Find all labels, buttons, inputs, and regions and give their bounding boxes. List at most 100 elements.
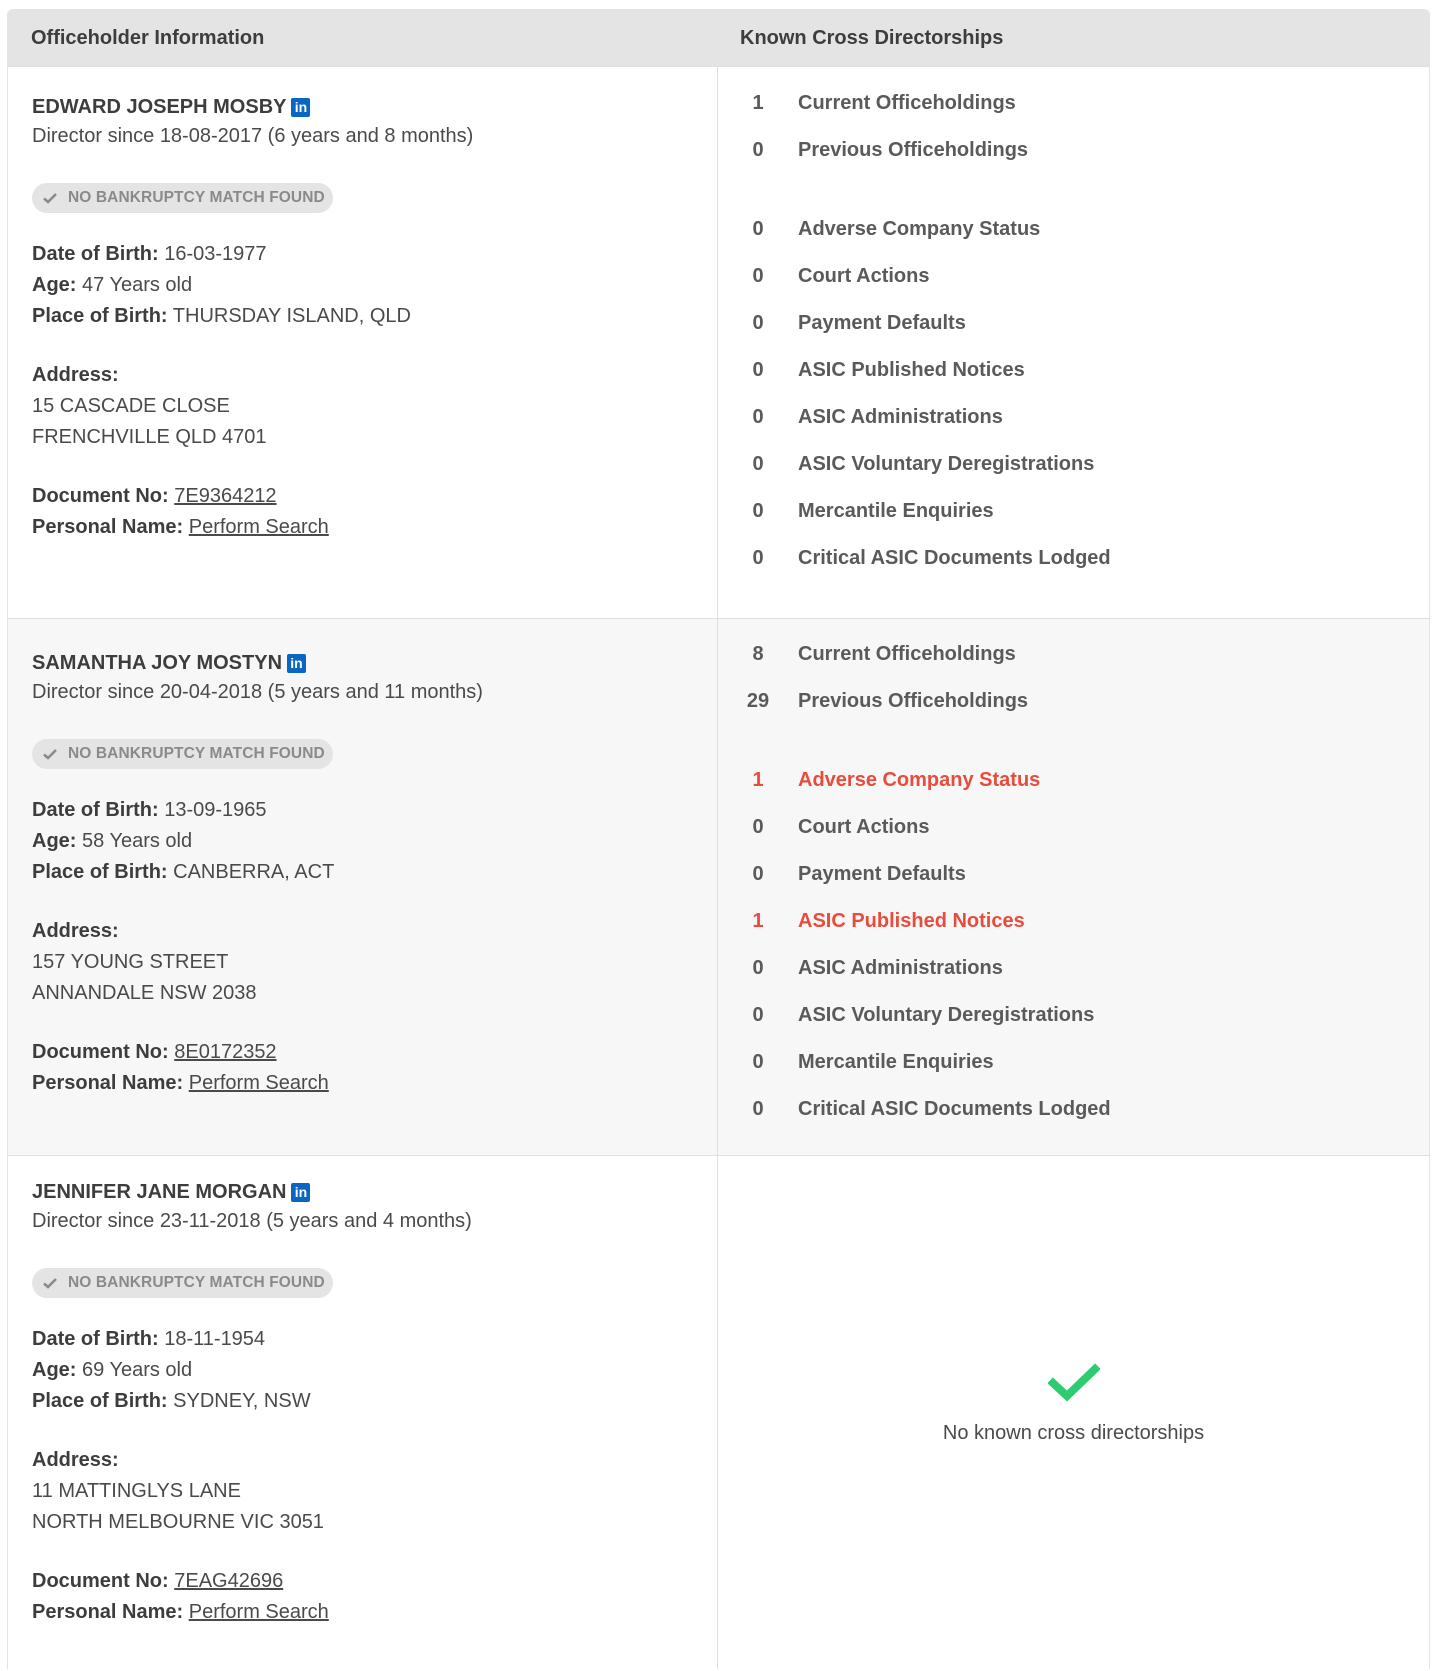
stat-court-actions[interactable]: 0 Court Actions — [718, 253, 1429, 300]
document-label: Document No: — [32, 485, 169, 507]
perform-search-link[interactable]: Perform Search — [189, 516, 329, 538]
pob-value: CANBERRA, ACT — [173, 861, 335, 883]
perform-search-link[interactable]: Perform Search — [189, 1072, 329, 1094]
stat-mercantile-enquiries[interactable]: 0 Mercantile Enquiries — [718, 1039, 1429, 1086]
dob-label: Date of Birth: — [32, 243, 159, 265]
pob-label: Place of Birth: — [32, 1390, 168, 1412]
document-line: Document No: 8E0172352 — [32, 1037, 717, 1068]
stat-critical-asic-documents[interactable]: 0 Critical ASIC Documents Lodged — [718, 1086, 1429, 1133]
dob-label: Date of Birth: — [32, 799, 159, 821]
stat-count: 0 — [752, 265, 764, 287]
bankruptcy-badge: NO BANKRUPTCY MATCH FOUND — [32, 739, 333, 769]
stat-previous-officeholdings[interactable]: 29 Previous Officeholdings — [718, 678, 1429, 725]
stat-count: 0 — [752, 816, 764, 838]
header-known-cross-directorships: Known Cross Directorships — [740, 27, 1004, 49]
stat-asic-administrations[interactable]: 0 ASIC Administrations — [718, 394, 1429, 441]
stat-count: 0 — [752, 312, 764, 334]
table-header: Officeholder Information Known Cross Dir… — [8, 10, 1429, 66]
stat-payment-defaults[interactable]: 0 Payment Defaults — [718, 851, 1429, 898]
document-number-link[interactable]: 7E9364212 — [174, 485, 276, 507]
stat-label: Critical ASIC Documents Lodged — [798, 1098, 1111, 1120]
stat-asic-voluntary-deregistrations[interactable]: 0 ASIC Voluntary Deregistrations — [718, 441, 1429, 488]
stat-label: Payment Defaults — [798, 312, 966, 334]
age-value: 69 Years old — [82, 1359, 193, 1381]
age-value: 58 Years old — [82, 830, 193, 852]
officer-name-line: EDWARD JOSEPH MOSBY in — [32, 93, 717, 121]
stat-count: 0 — [752, 359, 764, 381]
stat-asic-voluntary-deregistrations[interactable]: 0 ASIC Voluntary Deregistrations — [718, 992, 1429, 1039]
linkedin-icon[interactable]: in — [291, 1182, 311, 1202]
age-label: Age: — [32, 274, 77, 296]
stat-label: ASIC Voluntary Deregistrations — [798, 453, 1095, 475]
stat-label: ASIC Published Notices — [798, 359, 1025, 381]
address-line-2: FRENCHVILLE QLD 4701 — [32, 426, 267, 448]
no-cross-directorships-text: No known cross directorships — [942, 1422, 1205, 1444]
age-label: Age: — [32, 1359, 77, 1381]
address-label-line: Address: — [32, 360, 717, 391]
dob-label: Date of Birth: — [32, 1328, 159, 1350]
stat-payment-defaults[interactable]: 0 Payment Defaults — [718, 300, 1429, 347]
stat-label: Critical ASIC Documents Lodged — [798, 547, 1111, 569]
stat-count: 0 — [752, 863, 764, 885]
stat-current-officeholdings[interactable]: 1 Current Officeholdings — [718, 80, 1429, 127]
stat-mercantile-enquiries[interactable]: 0 Mercantile Enquiries — [718, 488, 1429, 535]
dob-line: Date of Birth: 16-03-1977 — [32, 239, 717, 270]
director-since: Director since 18-08-2017 (6 years and 8… — [32, 125, 474, 147]
stat-court-actions[interactable]: 0 Court Actions — [718, 804, 1429, 851]
address-label: Address: — [32, 920, 119, 942]
stat-label: Current Officeholdings — [798, 643, 1016, 665]
stat-count: 29 — [746, 690, 770, 712]
stat-asic-administrations[interactable]: 0 ASIC Administrations — [718, 945, 1429, 992]
stat-count: 1 — [752, 910, 764, 932]
dob-line: Date of Birth: 13-09-1965 — [32, 795, 717, 826]
address-line-2: NORTH MELBOURNE VIC 3051 — [32, 1511, 324, 1533]
bankruptcy-badge: NO BANKRUPTCY MATCH FOUND — [32, 183, 333, 213]
stat-count: 0 — [752, 547, 764, 569]
document-number-link[interactable]: 8E0172352 — [174, 1041, 276, 1063]
stat-asic-published-notices[interactable]: 1 ASIC Published Notices — [718, 898, 1429, 945]
stat-label: Adverse Company Status — [798, 218, 1041, 240]
document-line: Document No: 7E9364212 — [32, 481, 717, 512]
stat-label: ASIC Published Notices — [798, 910, 1025, 932]
bankruptcy-badge: NO BANKRUPTCY MATCH FOUND — [32, 1268, 333, 1298]
stat-adverse-company-status[interactable]: 0 Adverse Company Status — [718, 206, 1429, 253]
no-cross-directorships: No known cross directorships — [718, 1363, 1429, 1445]
linkedin-icon[interactable]: in — [287, 653, 307, 673]
stat-count: 0 — [752, 218, 764, 240]
linkedin-icon[interactable]: in — [291, 97, 311, 117]
perform-search-link[interactable]: Perform Search — [189, 1601, 329, 1623]
address-label: Address: — [32, 364, 119, 386]
table-row: JENNIFER JANE MORGAN in Director since 2… — [8, 1155, 1429, 1669]
stat-asic-published-notices[interactable]: 0 ASIC Published Notices — [718, 347, 1429, 394]
document-number-link[interactable]: 7EAG42696 — [174, 1570, 283, 1592]
check-icon — [43, 749, 57, 760]
age-line: Age: 69 Years old — [32, 1355, 717, 1386]
cross-directorships-cell: 8 Current Officeholdings 29 Previous Offic… — [718, 619, 1429, 1155]
stat-label: Court Actions — [798, 816, 930, 838]
dob-value: 13-09-1965 — [164, 799, 267, 821]
stat-count: 1 — [752, 92, 764, 114]
stat-count: 0 — [752, 139, 764, 161]
stat-label: ASIC Voluntary Deregistrations — [798, 1004, 1095, 1026]
address-line-2: ANNANDALE NSW 2038 — [32, 982, 257, 1004]
address-line-1: 157 YOUNG STREET — [32, 951, 229, 973]
officer-name-line: SAMANTHA JOY MOSTYN in — [32, 649, 717, 677]
header-officeholder-information: Officeholder Information — [31, 27, 265, 49]
stat-previous-officeholdings[interactable]: 0 Previous Officeholdings — [718, 127, 1429, 174]
stat-label: Current Officeholdings — [798, 92, 1016, 114]
age-label: Age: — [32, 830, 77, 852]
pob-line: Place of Birth: SYDNEY, NSW — [32, 1386, 717, 1417]
personal-name-label: Personal Name: — [32, 1072, 184, 1094]
director-since: Director since 23-11-2018 (5 years and 4… — [32, 1210, 472, 1232]
check-icon — [43, 1278, 57, 1289]
stat-critical-asic-documents[interactable]: 0 Critical ASIC Documents Lodged — [718, 535, 1429, 582]
stat-current-officeholdings[interactable]: 8 Current Officeholdings — [718, 631, 1429, 678]
stat-count: 0 — [752, 453, 764, 475]
check-icon — [43, 193, 57, 204]
table-row: SAMANTHA JOY MOSTYN in Director since 20… — [8, 618, 1429, 1155]
pob-line: Place of Birth: THURSDAY ISLAND, QLD — [32, 301, 717, 332]
age-line: Age: 58 Years old — [32, 826, 717, 857]
stat-adverse-company-status[interactable]: 1 Adverse Company Status — [718, 757, 1429, 804]
dob-line: Date of Birth: 18-11-1954 — [32, 1324, 717, 1355]
officeholder-info-cell: SAMANTHA JOY MOSTYN in Director since 20… — [8, 619, 718, 1155]
